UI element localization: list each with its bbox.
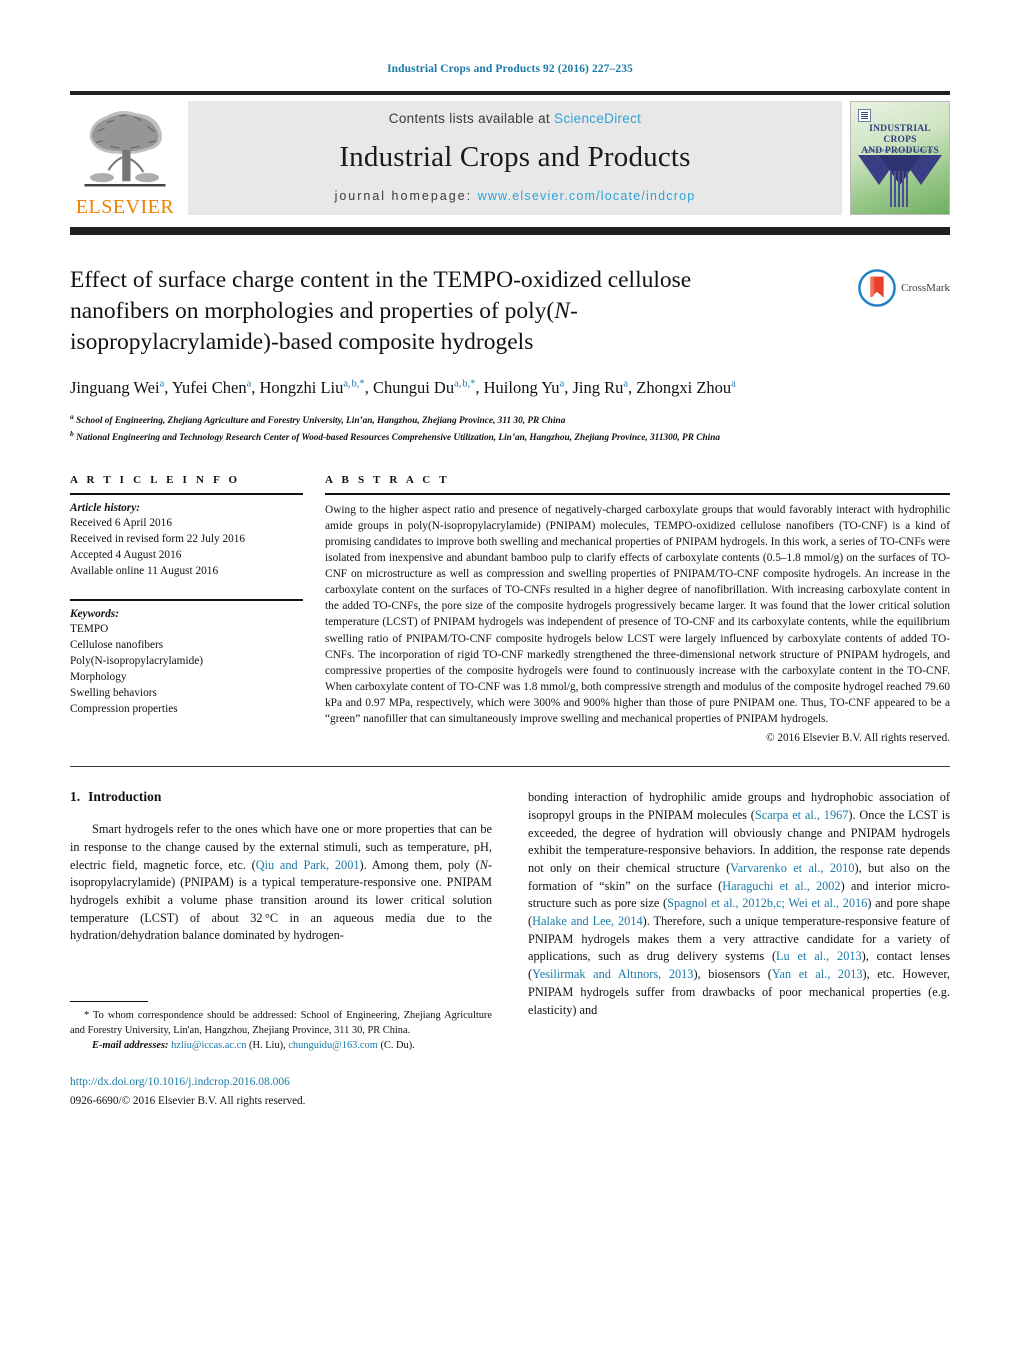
email-link-1[interactable]: hzliu@iccas.ac.cn [171, 1040, 246, 1051]
article-history-item: Accepted 4 August 2016 [70, 548, 182, 561]
crossmark-label: CrossMark [901, 282, 950, 294]
keyword-item: Morphology [70, 671, 127, 684]
title-block: Effect of surface charge content in the … [70, 265, 950, 358]
author-list: Jinguang Weia, Yufei Chena, Hongzhi Liua… [70, 378, 736, 398]
intro-paragraph-left: Smart hydrogels refer to the ones which … [70, 822, 493, 943]
citation-link[interactable]: Lu et al., 2013 [776, 949, 862, 963]
article-history-label: Article history: [70, 501, 140, 514]
article-history-item: Received in revised form 22 July 2016 [70, 532, 246, 545]
section-heading-introduction: 1. Introduction [70, 789, 492, 805]
cover-artwork [856, 155, 944, 207]
affiliation-a: a School of Engineering, Zhejiang Agricu… [70, 411, 566, 426]
issn-copyright-line: 0926-6690/© 2016 Elsevier B.V. All right… [70, 1094, 306, 1107]
author-affil-marker: a [623, 378, 629, 390]
sciencedirect-link[interactable]: ScienceDirect [554, 111, 641, 126]
citation-link[interactable]: Varvarenko et al., 2010 [730, 861, 854, 875]
masthead-center: Contents lists available at ScienceDirec… [188, 101, 842, 215]
page-title: Effect of surface charge content in the … [70, 265, 770, 358]
elsevier-tree-icon [84, 110, 166, 187]
article-info-heading: A R T I C L E I N F O [70, 473, 241, 486]
keyword-item: Cellulose nanofibers [70, 638, 164, 651]
keyword-item: Swelling behaviors [70, 687, 157, 700]
keyword-item: Compression properties [70, 703, 178, 716]
elsevier-logo: ELSEVIER [70, 95, 180, 221]
footnote-area: * To whom correspondence should be addre… [70, 1001, 492, 1109]
keyword-item: Poly(N-isopropylacrylamide) [70, 654, 204, 667]
masthead-bottom-rule [70, 227, 950, 235]
crossmark-icon [858, 269, 896, 307]
body-columns: 1. Introduction Smart hydrogels refer to … [70, 789, 950, 1107]
homepage-url-link[interactable]: www.elsevier.com/locate/indcrop [478, 189, 696, 203]
elsevier-wordmark: ELSEVIER [75, 196, 175, 218]
journal-homepage-line: journal homepage: www.elsevier.com/locat… [335, 189, 696, 203]
email-label: E-mail addresses: [92, 1039, 169, 1051]
journal-cover-thumbnail[interactable]: INDUSTRIAL CROPS AND PRODUCTS AN INTERNA… [850, 101, 950, 215]
abstract-bottom-rule [70, 766, 950, 768]
article-history-item: Received 6 April 2016 [70, 516, 172, 529]
keywords-rule [70, 598, 303, 601]
email-owner-2: (C. Du). [380, 1039, 415, 1051]
contents-prefix: Contents lists available at [388, 111, 550, 126]
journal-masthead: ELSEVIER Contents lists available at Sci… [70, 91, 950, 221]
cover-inner: INDUSTRIAL CROPS AND PRODUCTS AN INTERNA… [856, 107, 944, 209]
crossmark-badge[interactable]: CrossMark [858, 269, 950, 307]
email-footnote: E-mail addresses: hzliu@iccas.ac.cn (H. … [70, 1039, 492, 1054]
citation-link[interactable]: Qiu and Park, 2001 [256, 858, 360, 872]
abstract-column: A B S T R A C T Owing to the higher aspe… [325, 474, 950, 744]
citation-link[interactable]: Halake and Lee, 2014 [532, 914, 643, 928]
body-column-right: bonding interaction of hydrophilic amide… [528, 789, 950, 1019]
abstract-heading: A B S T R A C T [325, 473, 450, 486]
email-owner-1: (H. Liu), [249, 1039, 286, 1051]
article-info-column: A R T I C L E I N F O Article history: R… [70, 474, 325, 744]
intro-paragraph-right: bonding interaction of hydrophilic amide… [528, 790, 951, 1017]
contents-available-line: Contents lists available at ScienceDirec… [389, 111, 641, 126]
running-head: Industrial Crops and Products 92 (2016) … [387, 63, 633, 75]
cover-publisher-mini-icon [858, 109, 871, 122]
author-affil-marker: a, b,* [343, 378, 365, 390]
cover-subtitle: AN INTERNATIONAL JOURNAL [866, 148, 934, 153]
abstract-copyright: © 2016 Elsevier B.V. All rights reserved… [766, 732, 950, 745]
abstract-text: Owing to the higher aspect ratio and pre… [325, 503, 950, 726]
email-link-2[interactable]: chunguidu@163.com [288, 1040, 378, 1051]
cover-stalk-graphic [890, 171, 910, 207]
correspondence-text: * To whom correspondence should be addre… [70, 1010, 492, 1036]
doi-block: http://dx.doi.org/10.1016/j.indcrop.2016… [70, 1075, 492, 1109]
affiliation-b: b National Engineering and Technology Re… [70, 429, 721, 444]
abstract-rule [325, 492, 950, 495]
citation-link[interactable]: Haraguchi et al., 2002 [722, 879, 840, 893]
info-abstract-area: A R T I C L E I N F O Article history: R… [70, 474, 950, 744]
journal-title: Industrial Crops and Products [339, 141, 691, 173]
affiliations: a School of Engineering, Zhejiang Agricu… [70, 411, 870, 446]
correspondence-footnote: * To whom correspondence should be addre… [70, 1009, 492, 1039]
keywords-label: Keywords: [70, 607, 119, 620]
citation-link[interactable]: Yan et al., 2013 [772, 967, 863, 981]
author-affil-marker: a [731, 378, 736, 390]
keyword-item: TEMPO [70, 622, 109, 635]
footnote-rule [70, 1001, 148, 1003]
citation-link[interactable]: Spagnol et al., 2012b,c; Wei et al., 201… [667, 896, 867, 910]
citation-link[interactable]: Yesilirmak and Altınors, 2013 [532, 967, 693, 981]
homepage-prefix: journal homepage: [334, 189, 473, 203]
doi-link[interactable]: http://dx.doi.org/10.1016/j.indcrop.2016… [70, 1075, 492, 1091]
title-part-1: Effect of surface charge content in the … [70, 267, 692, 325]
author-affil-marker: a [559, 378, 565, 390]
section-title: Introduction [88, 789, 162, 805]
article-info-rule [70, 492, 303, 495]
author-affil-marker: a [246, 378, 252, 390]
author-affil-marker: a [159, 378, 165, 390]
citation-link[interactable]: Scarpa et al., 1967 [755, 808, 849, 822]
title-italic-n: N [554, 298, 570, 325]
author-affil-marker: a, b,* [454, 378, 476, 390]
paper-page: Industrial Crops and Products 92 (2016) … [0, 0, 1020, 1351]
body-column-left: 1. Introduction Smart hydrogels refer to … [70, 789, 493, 1107]
cover-title-line-1: INDUSTRIAL CROPS [869, 124, 931, 145]
section-number: 1. [70, 789, 81, 805]
article-history-item: Available online 11 August 2016 [70, 564, 219, 577]
